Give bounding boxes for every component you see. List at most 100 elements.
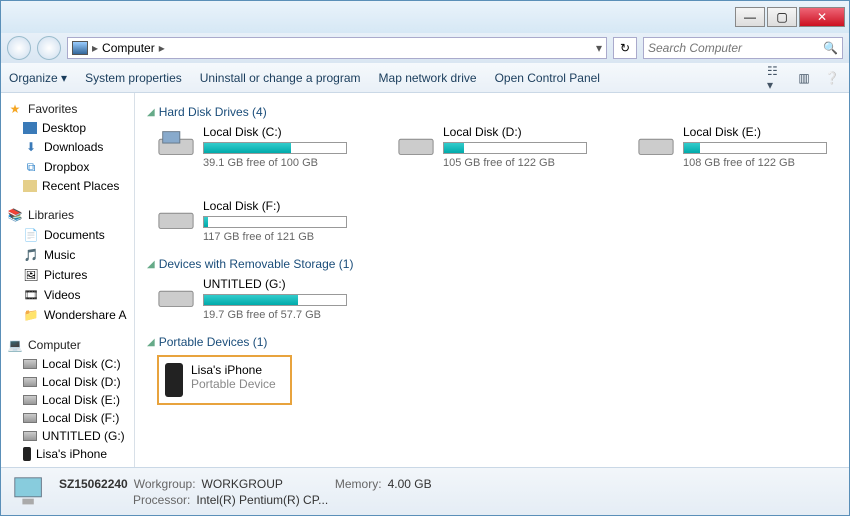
sidebar-item-dropbox[interactable]: ⧉Dropbox: [1, 157, 134, 177]
minimize-button[interactable]: —: [735, 7, 765, 27]
sidebar-libraries-header[interactable]: 📚 Libraries: [1, 205, 134, 225]
music-icon: 🎵: [23, 247, 39, 263]
drive-name: Local Disk (D:): [443, 125, 587, 139]
search-input[interactable]: [648, 41, 808, 55]
status-processor: Intel(R) Pentium(R) CP...: [196, 493, 328, 507]
drive-name: Local Disk (C:): [203, 125, 347, 139]
sidebar-computer-header[interactable]: 💻 Computer: [1, 335, 134, 355]
drive-name: UNTITLED (G:): [203, 277, 347, 291]
search-icon: 🔍: [823, 41, 838, 55]
content-pane: ◢Hard Disk Drives (4) Local Disk (C:) 39…: [135, 93, 849, 467]
help-button[interactable]: ❔: [823, 69, 841, 87]
collapse-icon: ◢: [147, 107, 155, 118]
drive-g[interactable]: UNTITLED (G:) 19.7 GB free of 57.7 GB: [157, 277, 347, 321]
back-button[interactable]: [7, 36, 31, 60]
portable-name: Lisa's iPhone: [191, 363, 276, 377]
drive-free: 117 GB free of 121 GB: [203, 231, 347, 243]
star-icon: ★: [7, 101, 23, 117]
refresh-button[interactable]: ↻: [613, 37, 637, 59]
computer-icon: 💻: [7, 337, 23, 353]
sidebar-item-downloads[interactable]: ⬇Downloads: [1, 137, 134, 157]
maximize-button[interactable]: ▢: [767, 7, 797, 27]
sidebar-item-disk-c[interactable]: Local Disk (C:): [1, 355, 134, 373]
capacity-bar: [683, 142, 827, 154]
drive-f[interactable]: Local Disk (F:) 117 GB free of 121 GB: [157, 199, 347, 243]
sidebar-item-wondershare[interactable]: 📁Wondershare A: [1, 305, 134, 325]
open-control-panel-button[interactable]: Open Control Panel: [495, 71, 600, 85]
sidebar: ★ Favorites Desktop ⬇Downloads ⧉Dropbox …: [1, 93, 135, 467]
section-removable-header[interactable]: ◢Devices with Removable Storage (1): [147, 257, 837, 271]
status-processor-label: Processor:: [133, 493, 190, 507]
breadcrumb-location[interactable]: Computer: [102, 41, 155, 55]
computer-label: Computer: [28, 338, 81, 352]
drive-icon: [397, 129, 435, 159]
breadcrumb-sep: ▸: [92, 41, 98, 55]
preview-pane-button[interactable]: ▥: [795, 69, 813, 87]
portable-type: Portable Device: [191, 377, 276, 391]
uninstall-program-button[interactable]: Uninstall or change a program: [200, 71, 361, 85]
favorites-label: Favorites: [28, 102, 77, 116]
disk-icon: [23, 395, 37, 405]
sidebar-item-disk-e[interactable]: Local Disk (E:): [1, 391, 134, 409]
libraries-label: Libraries: [28, 208, 74, 222]
sidebar-item-iphone[interactable]: Lisa's iPhone: [1, 445, 134, 463]
system-properties-button[interactable]: System properties: [85, 71, 182, 85]
portable-device-iphone[interactable]: Lisa's iPhone Portable Device: [157, 355, 292, 405]
computer-large-icon: [11, 474, 49, 510]
sidebar-item-disk-g[interactable]: UNTITLED (G:): [1, 427, 134, 445]
forward-button[interactable]: [37, 36, 61, 60]
disk-icon: [23, 413, 37, 423]
status-memory: 4.00 GB: [388, 477, 432, 491]
status-computer-name: SZ15062240: [59, 477, 128, 491]
capacity-bar: [203, 142, 347, 154]
capacity-bar: [203, 294, 347, 306]
drive-icon: [157, 129, 195, 159]
drive-free: 19.7 GB free of 57.7 GB: [203, 309, 347, 321]
address-bar: ▸ Computer ▸ ▾ ↻ 🔍: [1, 33, 849, 63]
section-portable-header[interactable]: ◢Portable Devices (1): [147, 335, 837, 349]
sidebar-item-desktop[interactable]: Desktop: [1, 119, 134, 137]
folder-icon: 📁: [23, 307, 39, 323]
sidebar-item-videos[interactable]: 🎞Videos: [1, 285, 134, 305]
sidebar-item-disk-d[interactable]: Local Disk (D:): [1, 373, 134, 391]
collapse-icon: ◢: [147, 337, 155, 348]
recent-places-icon: [23, 180, 37, 192]
sidebar-item-pictures[interactable]: 🖼Pictures: [1, 265, 134, 285]
status-memory-label: Memory:: [335, 477, 382, 491]
drive-free: 39.1 GB free of 100 GB: [203, 157, 347, 169]
computer-icon: [72, 41, 88, 55]
desktop-icon: [23, 122, 37, 134]
toolbar: Organize ▾ System properties Uninstall o…: [1, 63, 849, 93]
videos-icon: 🎞: [23, 287, 39, 303]
map-network-drive-button[interactable]: Map network drive: [379, 71, 477, 85]
pictures-icon: 🖼: [23, 267, 39, 283]
sidebar-item-disk-f[interactable]: Local Disk (F:): [1, 409, 134, 427]
capacity-bar: [443, 142, 587, 154]
breadcrumb-sep2: ▸: [159, 41, 165, 55]
status-bar: SZ15062240 Workgroup: WORKGROUP Memory: …: [1, 467, 849, 515]
sidebar-favorites-header[interactable]: ★ Favorites: [1, 99, 134, 119]
sidebar-item-music[interactable]: 🎵Music: [1, 245, 134, 265]
status-workgroup-label: Workgroup:: [134, 477, 196, 491]
dropbox-icon: ⧉: [23, 159, 39, 175]
drive-d[interactable]: Local Disk (D:) 105 GB free of 122 GB: [397, 125, 587, 169]
drive-free: 108 GB free of 122 GB: [683, 157, 827, 169]
address-box[interactable]: ▸ Computer ▸ ▾: [67, 37, 607, 59]
section-hdd-header[interactable]: ◢Hard Disk Drives (4): [147, 105, 837, 119]
status-workgroup: WORKGROUP: [202, 477, 283, 491]
close-button[interactable]: ✕: [799, 7, 845, 27]
drive-name: Local Disk (F:): [203, 199, 347, 213]
disk-icon: [23, 359, 37, 369]
drive-e[interactable]: Local Disk (E:) 108 GB free of 122 GB: [637, 125, 827, 169]
drive-c[interactable]: Local Disk (C:) 39.1 GB free of 100 GB: [157, 125, 347, 169]
search-box[interactable]: 🔍: [643, 37, 843, 59]
dropdown-arrow-icon[interactable]: ▾: [596, 41, 602, 55]
view-options-button[interactable]: ☷ ▾: [767, 69, 785, 87]
organize-menu[interactable]: Organize ▾: [9, 71, 67, 85]
sidebar-item-documents[interactable]: 📄Documents: [1, 225, 134, 245]
disk-icon: [23, 377, 37, 387]
documents-icon: 📄: [23, 227, 39, 243]
sidebar-item-recent-places[interactable]: Recent Places: [1, 177, 134, 195]
drive-free: 105 GB free of 122 GB: [443, 157, 587, 169]
collapse-icon: ◢: [147, 259, 155, 270]
